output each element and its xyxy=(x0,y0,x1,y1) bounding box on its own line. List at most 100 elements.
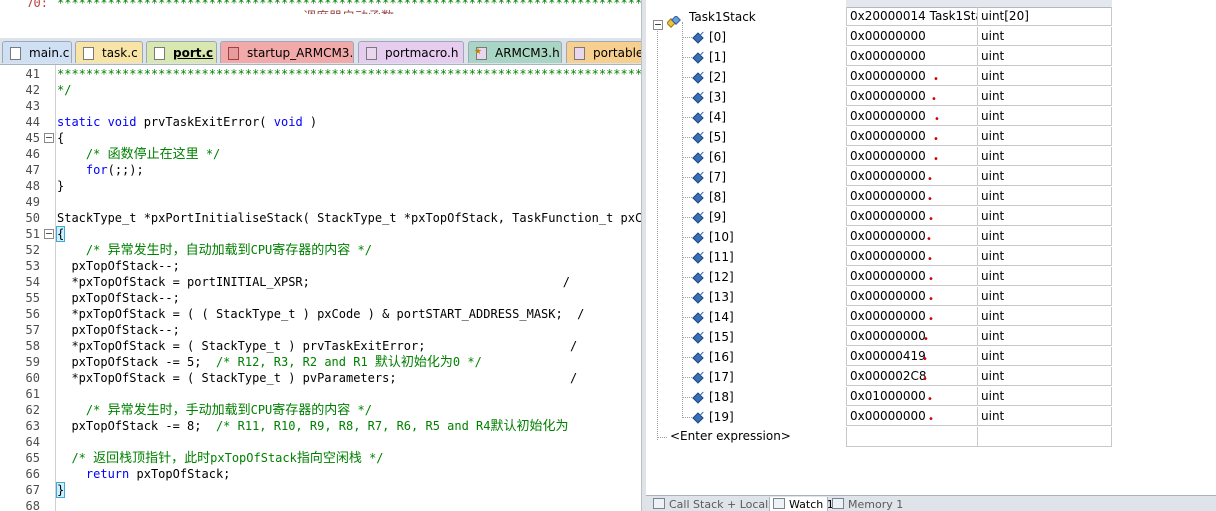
watch-row-item[interactable]: [8] 0x00000000 • uint xyxy=(646,187,1112,207)
fold-toggle-icon[interactable] xyxy=(44,229,54,239)
watch-row-item[interactable]: [0] 0x00000000 uint xyxy=(646,27,1112,47)
code-line[interactable]: 49 xyxy=(0,194,641,210)
code-line[interactable]: 62 /* 异常发生时，手动加载到CPU寄存器的内容 */ xyxy=(0,402,641,418)
watch-row-item[interactable]: [15] 0x00000000 • uint xyxy=(646,327,1112,347)
code-line[interactable]: 58 *pxTopOfStack = ( StackType_t ) prvTa… xyxy=(0,338,641,354)
tab-memory-1[interactable]: Memory 1 xyxy=(829,497,912,511)
code-line[interactable]: 63 pxTopOfStack -= 8; /* R11, R10, R9, R… xyxy=(0,418,641,434)
code-line[interactable]: 64 xyxy=(0,434,641,450)
watch-value[interactable]: 0x00000000 • xyxy=(846,147,978,166)
code-text: */ xyxy=(57,82,71,98)
watch-row-task1stack[interactable]: Task1Stack 0x20000014 Task1Stack uint[20… xyxy=(646,7,1112,30)
watch-value[interactable]: 0x00000000 • xyxy=(846,107,978,126)
line-number: 55 xyxy=(25,291,40,305)
code-line[interactable]: 59 pxTopOfStack -= 5; /* R12, R3, R2 and… xyxy=(0,354,641,370)
variable-icon xyxy=(692,112,704,124)
watch-row-item[interactable]: [7] 0x00000000 • uint xyxy=(646,167,1112,187)
code-token: } xyxy=(55,482,66,498)
code-line[interactable]: 41 **************************************… xyxy=(0,66,641,82)
watch-value-text: 0x00000000 xyxy=(850,409,926,423)
code-line[interactable]: 44 static void prvTaskExitError( void ) xyxy=(0,114,641,130)
code-line[interactable]: 55 pxTopOfStack--; xyxy=(0,290,641,306)
code-editor[interactable]: 70: ************************************… xyxy=(0,0,641,511)
code-line[interactable]: 67} xyxy=(0,482,641,498)
watch-value[interactable]: 0x01000000 • xyxy=(846,387,978,406)
tab-portable[interactable]: portable xyxy=(566,41,641,63)
watch-value[interactable]: 0x000002C8 • xyxy=(846,367,978,386)
tab-call-stack-locals[interactable]: Call Stack + Locals xyxy=(650,497,774,511)
watch-value[interactable]: 0x00000000 • xyxy=(846,67,978,86)
watch-name: [5] xyxy=(709,130,726,144)
code-line[interactable]: 61 xyxy=(0,386,641,402)
fold-toggle-icon[interactable] xyxy=(44,133,54,143)
tab-startup-armcm3-s[interactable]: startup_ARMCM3.s xyxy=(220,41,354,63)
code-line[interactable]: 43 xyxy=(0,98,641,114)
tab-watch-1[interactable]: Watch 1 xyxy=(769,497,834,511)
line-number: 59 xyxy=(25,355,40,369)
code-line[interactable]: 54 *pxTopOfStack = portINITIAL_XPSR; / xyxy=(0,274,641,290)
tab-port-c[interactable]: port.c xyxy=(146,41,217,63)
watch-value[interactable]: 0x00000000 xyxy=(846,47,978,66)
code-line[interactable]: 47 for(;;); xyxy=(0,162,641,178)
code-line[interactable]: 65 /* 返回栈顶指针，此时pxTopOfStack指向空闲栈 */ xyxy=(0,450,641,466)
watch-value[interactable]: 0x00000000 • xyxy=(846,287,978,306)
watch-value[interactable]: 0x00000419 • xyxy=(846,347,978,366)
code-line[interactable]: 46 /* 函数停止在这里 */ xyxy=(0,146,641,162)
watch-row-item[interactable]: [5] 0x00000000 • uint xyxy=(646,127,1112,147)
watch-value[interactable]: 0x00000000 • xyxy=(846,307,978,326)
tab-task-c[interactable]: task.c xyxy=(75,41,143,63)
code-line[interactable]: 51 { xyxy=(0,226,641,242)
code-line[interactable]: 52 /* 异常发生时，自动加载到CPU寄存器的内容 */ xyxy=(0,242,641,258)
code-line[interactable]: 50 StackType_t *pxPortInitialiseStack( St… xyxy=(0,210,641,226)
changed-marker-icon: • xyxy=(931,94,937,105)
code-text: *pxTopOfStack = ( StackType_t ) pvParame… xyxy=(57,370,577,386)
code-line[interactable]: 66 return pxTopOfStack; xyxy=(0,466,641,482)
changed-marker-icon: • xyxy=(928,274,934,285)
tab-main-c[interactable]: main.c xyxy=(2,41,72,63)
code-line[interactable]: 57 pxTopOfStack--; xyxy=(0,322,641,338)
code-line[interactable]: 45 { xyxy=(0,130,641,146)
code-line[interactable]: 48} xyxy=(0,178,641,194)
watch-value[interactable]: 0x00000000 • xyxy=(846,327,978,346)
watch-row-item[interactable]: [1] 0x00000000 uint xyxy=(646,47,1112,67)
watch-value[interactable]: 0x00000000 • xyxy=(846,207,978,226)
watch-row-item[interactable]: [2] 0x00000000 • uint xyxy=(646,67,1112,87)
watch-row-item[interactable]: [17] 0x000002C8 • uint xyxy=(646,367,1112,387)
watch-value[interactable]: 0x00000000 • xyxy=(846,247,978,266)
watch-row-item[interactable]: [12] 0x00000000 • uint xyxy=(646,267,1112,287)
line-number: 68 xyxy=(25,499,40,511)
watch-value[interactable]: 0x20000014 Task1Stack xyxy=(846,7,978,26)
watch-value[interactable]: 0x00000000 xyxy=(846,27,978,46)
watch-value[interactable]: 0x00000000 • xyxy=(846,127,978,146)
watch-row-item[interactable]: [9] 0x00000000 • uint xyxy=(646,207,1112,227)
code-token: 函数停止在这里 xyxy=(107,147,199,162)
watch-row-item[interactable]: [11] 0x00000000 • uint xyxy=(646,247,1112,267)
tab-armcm3-h[interactable]: ARMCM3.h xyxy=(468,41,562,63)
code-line[interactable]: 68 xyxy=(0,498,641,511)
code-line[interactable]: 56 *pxTopOfStack = ( ( StackType_t ) pxC… xyxy=(0,306,641,322)
watch-value[interactable]: 0x00000000 • xyxy=(846,227,978,246)
watch-row-item[interactable]: [10] 0x00000000 • uint xyxy=(646,227,1112,247)
code-line[interactable]: 60 *pxTopOfStack = ( StackType_t ) pvPar… xyxy=(0,370,641,386)
watch-row-item[interactable]: [13] 0x00000000 • uint xyxy=(646,287,1112,307)
watch-value[interactable]: 0x00000000 • xyxy=(846,167,978,186)
watch-value[interactable]: 0x00000000 • xyxy=(846,187,978,206)
tab-portmacro-h[interactable]: portmacro.h xyxy=(358,41,464,63)
watch-value[interactable]: 0x00000000 • xyxy=(846,267,978,286)
code-line[interactable]: 53 pxTopOfStack--; xyxy=(0,258,641,274)
watch-row-item[interactable]: [16] 0x00000419 • uint xyxy=(646,347,1112,367)
watch-row-item[interactable]: [4] 0x00000000 • uint xyxy=(646,107,1112,127)
code-token: /* xyxy=(57,243,108,257)
watch-window[interactable]: Task1Stack 0x20000014 Task1Stack uint[20… xyxy=(646,0,1216,511)
changed-marker-icon: • xyxy=(933,134,939,145)
watch-row-item[interactable]: [19] 0x00000000 • uint xyxy=(646,407,1112,427)
watch-row-item[interactable]: [18] 0x01000000 • uint xyxy=(646,387,1112,407)
watch-row-item[interactable]: [3] 0x00000000 • uint xyxy=(646,87,1112,107)
watch-value[interactable]: 0x00000000 • xyxy=(846,87,978,106)
enter-expression-placeholder[interactable]: <Enter expression> xyxy=(670,429,791,443)
tab-label: portable xyxy=(593,46,641,60)
watch-row-item[interactable]: [14] 0x00000000 • uint xyxy=(646,307,1112,327)
watch-value[interactable]: 0x00000000 • xyxy=(846,407,978,426)
code-line[interactable]: 42 */ xyxy=(0,82,641,98)
watch-row-item[interactable]: [6] 0x00000000 • uint xyxy=(646,147,1112,167)
